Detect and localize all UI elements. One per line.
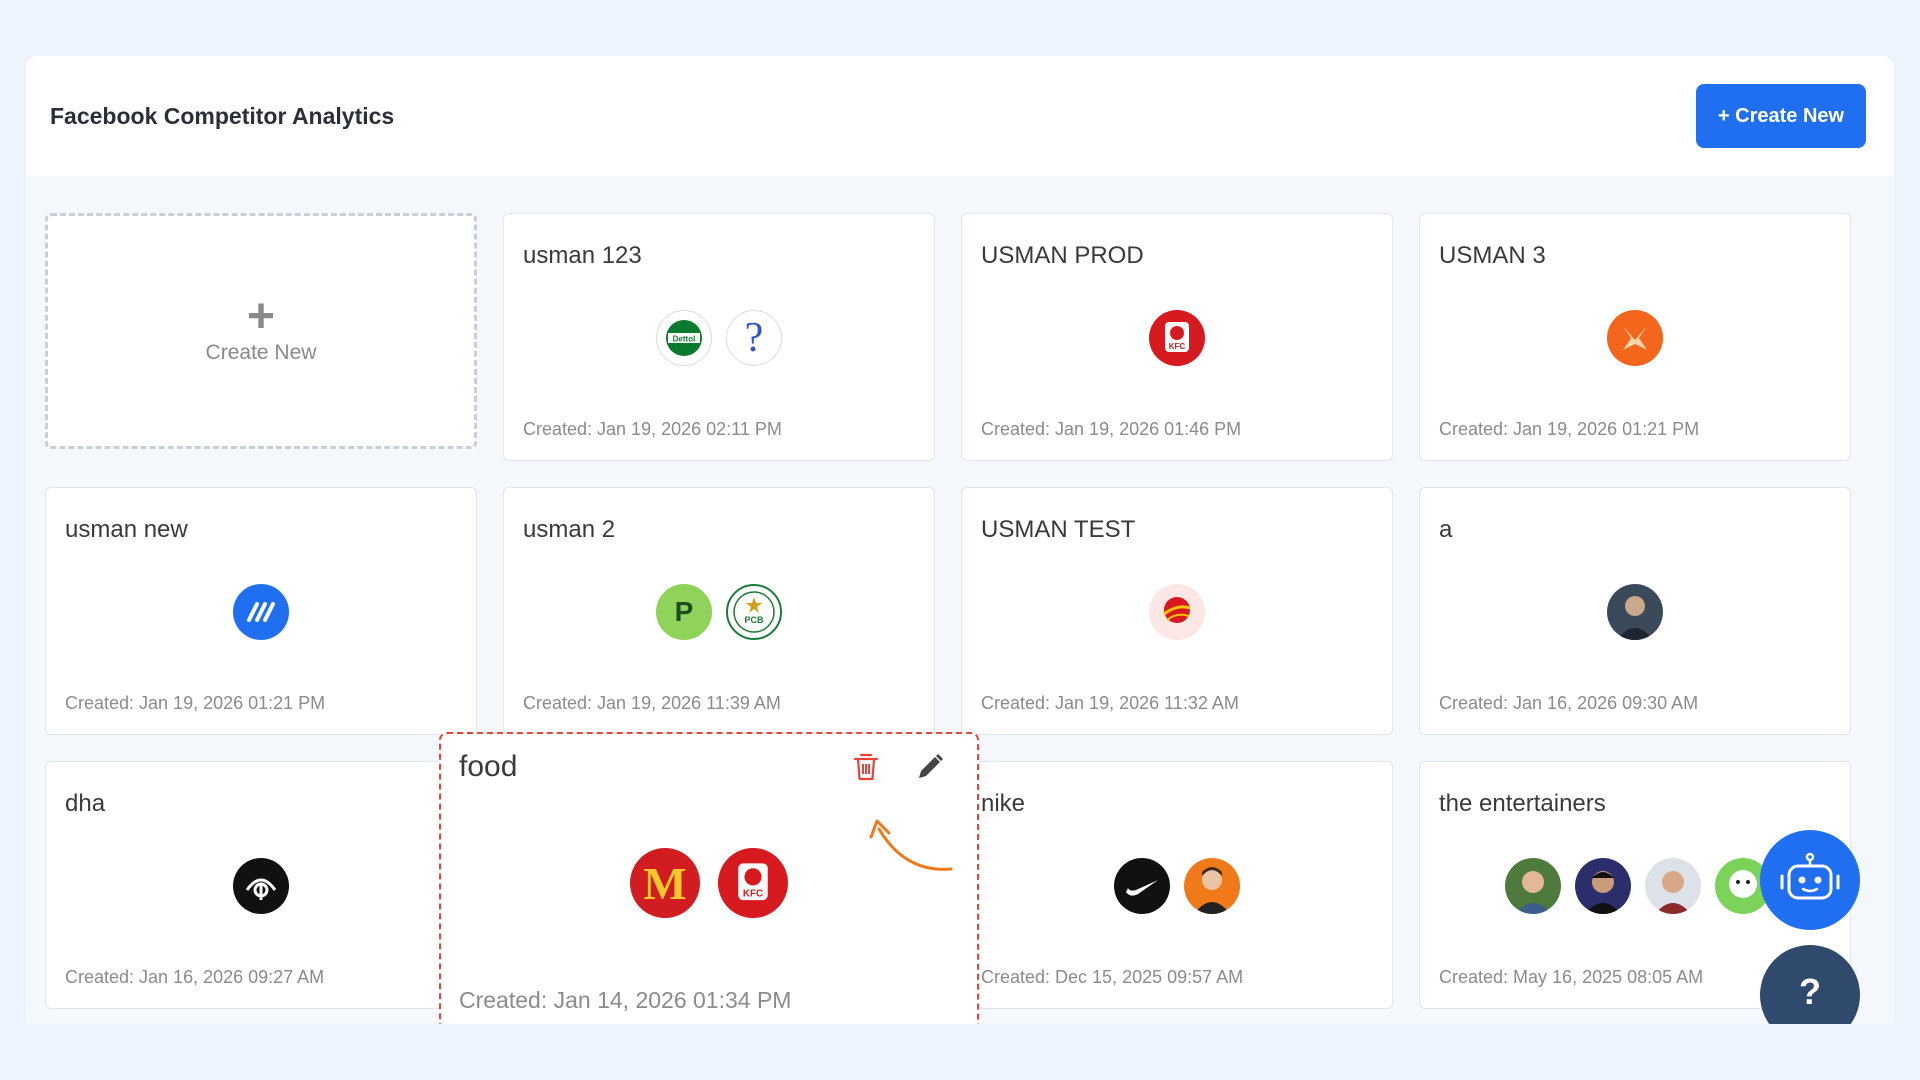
card-title: usman new [65,516,188,543]
person-avatar [1184,858,1240,914]
card-title: a [1439,516,1453,543]
created-date: Created: Jan 19, 2026 01:21 PM [65,693,326,713]
page-title: Facebook Competitor Analytics [50,102,395,129]
kfc-logo: KFC [1149,310,1205,366]
plus-icon: + [246,290,276,343]
p-logo: P [656,584,712,640]
card-actions [849,750,947,784]
competitor-logos: Dettol ? [504,310,934,368]
card-title: nike [981,790,1026,817]
red-globe-logo [1149,584,1205,640]
competitor-logos [1420,584,1850,642]
created-date: Created: Jan 16, 2026 09:27 AM [65,967,325,987]
kfc-logo: KFC [718,848,788,918]
report-card[interactable]: dha Created: Jan 16, 2026 09:27 AM [45,761,477,1009]
delete-button[interactable] [849,750,883,784]
create-new-label: Create New [205,341,317,364]
nike-logo [1114,858,1170,914]
question-logo: ? [726,310,782,366]
create-new-button[interactable]: + Create New [1696,84,1866,148]
robot-icon [1780,852,1840,900]
report-card[interactable]: nike Created: Dec 15, 2025 09:57 AM [961,761,1393,1009]
svg-text:PCB: PCB [744,615,764,625]
competitor-logos [46,584,476,642]
dha-logo [233,858,289,914]
blue-stripes-logo [233,584,289,640]
created-date: Created: Jan 19, 2026 02:11 PM [523,419,782,439]
card-title: USMAN 3 [1439,242,1546,269]
avatar-2 [1575,858,1631,914]
chatbot-button[interactable] [1760,830,1860,930]
report-card[interactable]: usman 123 Dettol ? Created: Jan 19, 2026… [503,213,935,461]
created-date: Created: Jan 19, 2026 01:21 PM [1439,419,1700,439]
question-icon: ? [1799,971,1821,1012]
report-card[interactable]: a Created: Jan 16, 2026 09:30 AM [1419,487,1851,735]
competitor-logos [962,858,1392,916]
page-bottom-background [0,1024,1920,1080]
food-card-highlighted[interactable]: food M KFC Created: Jan 14, 2026 01:34 P… [439,732,979,1036]
card-title: usman 2 [523,516,616,543]
card-title: dha [65,790,106,817]
avatar-1 [1505,858,1561,914]
avatar-3 [1645,858,1701,914]
created-date: Created: Jan 19, 2026 11:32 AM [981,693,1239,713]
orange-x-logo [1607,310,1663,366]
profile-avatar [1607,584,1663,640]
created-date: Created: May 16, 2025 08:05 AM [1439,967,1704,987]
create-new-card[interactable]: + Create New [45,213,477,449]
card-title: usman 123 [523,242,642,269]
report-card[interactable]: USMAN 3 Created: Jan 19, 2026 01:21 PM [1419,213,1851,461]
mcdonalds-logo: M [630,848,700,918]
card-title: the entertainers [1439,790,1606,817]
report-card[interactable]: usman 2 P PCB Created: Jan 19, 2026 11:3… [503,487,935,735]
created-date: Created: Dec 15, 2025 09:57 AM [981,967,1244,987]
created-date: Created: Jan 16, 2026 09:30 AM [1439,693,1699,713]
card-title: USMAN PROD [981,242,1144,269]
competitor-logos [1420,310,1850,368]
dettol-logo: Dettol [656,310,712,366]
card-title: USMAN TEST [981,516,1136,543]
annotation-arrow-icon [869,819,953,871]
svg-text:Dettol: Dettol [673,335,696,344]
competitor-logos [46,858,476,916]
competitor-logos [962,584,1392,642]
competitor-logos: P PCB [504,584,934,642]
competitor-logos: KFC [962,310,1392,368]
svg-text:KFC: KFC [1169,342,1186,351]
pcb-logo: PCB [726,584,782,640]
report-card[interactable]: usman new Created: Jan 19, 2026 01:21 PM [45,487,477,735]
card-title: food [459,750,518,783]
svg-text:KFC: KFC [743,889,763,900]
report-card[interactable]: USMAN TEST Created: Jan 19, 2026 11:32 A… [961,487,1393,735]
report-card[interactable]: USMAN PROD KFC Created: Jan 19, 2026 01:… [961,213,1393,461]
trash-icon [853,753,879,781]
created-date: Created: Jan 14, 2026 01:34 PM [459,987,792,1013]
edit-button[interactable] [913,750,947,784]
created-date: Created: Jan 19, 2026 11:39 AM [523,693,781,713]
pencil-icon [919,754,943,778]
created-date: Created: Jan 19, 2026 01:46 PM [981,419,1242,439]
page-header: Facebook Competitor Analytics + Create N… [26,56,1894,176]
